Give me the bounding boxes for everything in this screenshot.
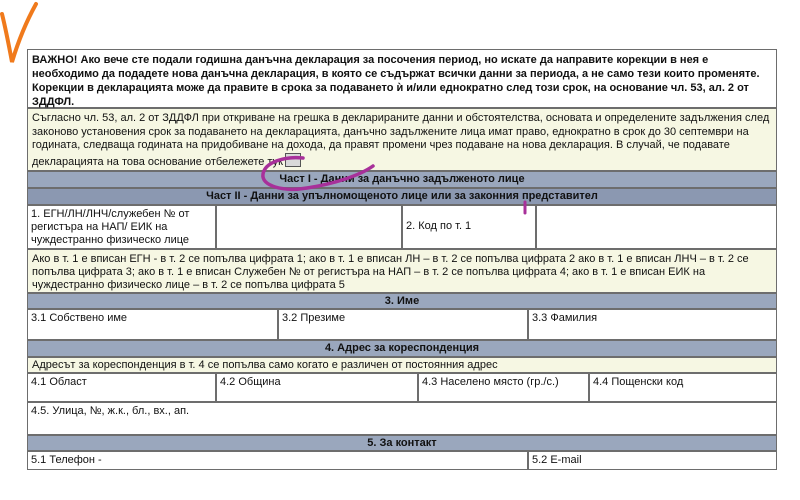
address-hint: Адресът за кореспонденция в т. 4 се попъ… [27,357,777,373]
settlement-label: 4.3 Населено място (гр./с.) [422,376,559,388]
part2-header-text: Част II - Данни за упълномощеното лице и… [206,190,598,202]
municipality-field[interactable]: 4.2 Община [216,373,418,402]
street-label: 4.5. Улица, №, ж.к., бл., вх., ап. [31,405,190,417]
code-input[interactable] [536,205,777,249]
postcode-field[interactable]: 4.4 Пощенски код [589,373,777,402]
middle-name-field[interactable]: 3.2 Презиме [278,309,528,340]
middle-name-label: 3.2 Презиме [282,312,346,324]
first-name-field[interactable]: 3.1 Собствено име [27,309,278,340]
first-name-label: 3.1 Собствено име [31,312,128,324]
postcode-label: 4.4 Пощенски код [593,376,684,388]
contact-header-text: 5. За контакт [367,437,437,449]
part2-header: Част II - Данни за упълномощеното лице и… [27,188,777,205]
region-label: 4.1 Област [31,376,87,388]
settlement-field[interactable]: 4.3 Населено място (гр./с.) [418,373,589,402]
last-name-label: 3.3 Фамилия [532,312,598,324]
egn-label-text: 1. ЕГН/ЛН/ЛНЧ/служебен № от регистъра на… [31,208,190,246]
important-text: ВАЖНО! Ако вече сте подали годишна данъч… [32,54,760,108]
code-label: 2. Код по т. 1 [402,205,536,249]
important-notice: ВАЖНО! Ако вече сте подали годишна данъч… [27,49,777,108]
correction-checkbox[interactable] [284,152,301,167]
municipality-label: 4.2 Община [220,376,281,388]
name-header: 3. Име [27,293,777,309]
name-header-text: 3. Име [384,295,420,307]
street-field[interactable]: 4.5. Улица, №, ж.к., бл., вх., ап. [27,402,777,435]
phone-field[interactable]: 5.1 Телефон - [27,451,528,470]
notice-text: Съгласно чл. 53, ал. 2 от ЗДДФЛ при откр… [32,112,770,168]
part1-header: Част I - Данни за данъчно задълженото ли… [27,171,777,188]
code-hint: Ако в т. 1 е вписан ЕГН - в т. 2 се попъ… [27,249,777,293]
code-label-text: 2. Код по т. 1 [406,220,472,232]
last-name-field[interactable]: 3.3 Фамилия [528,309,777,340]
address-hint-text: Адресът за кореспонденция в т. 4 се попъ… [32,359,498,371]
phone-label: 5.1 Телефон - [31,454,102,466]
email-label: 5.2 E-mail [532,454,582,466]
part1-header-text: Част I - Данни за данъчно задълженото ли… [279,173,525,185]
code-hint-text: Ако в т. 1 е вписан ЕГН - в т. 2 се попъ… [32,253,749,291]
address-header-text: 4. Адрес за кореспонденция [324,342,480,354]
region-field[interactable]: 4.1 Област [27,373,216,402]
correction-notice: Съгласно чл. 53, ал. 2 от ЗДДФЛ при откр… [27,108,777,171]
address-header: 4. Адрес за кореспонденция [27,340,777,357]
email-field[interactable]: 5.2 E-mail [528,451,777,470]
egn-input[interactable] [216,205,402,249]
egn-label: 1. ЕГН/ЛН/ЛНЧ/служебен № от регистъра на… [27,205,216,249]
contact-header: 5. За контакт [27,435,777,451]
